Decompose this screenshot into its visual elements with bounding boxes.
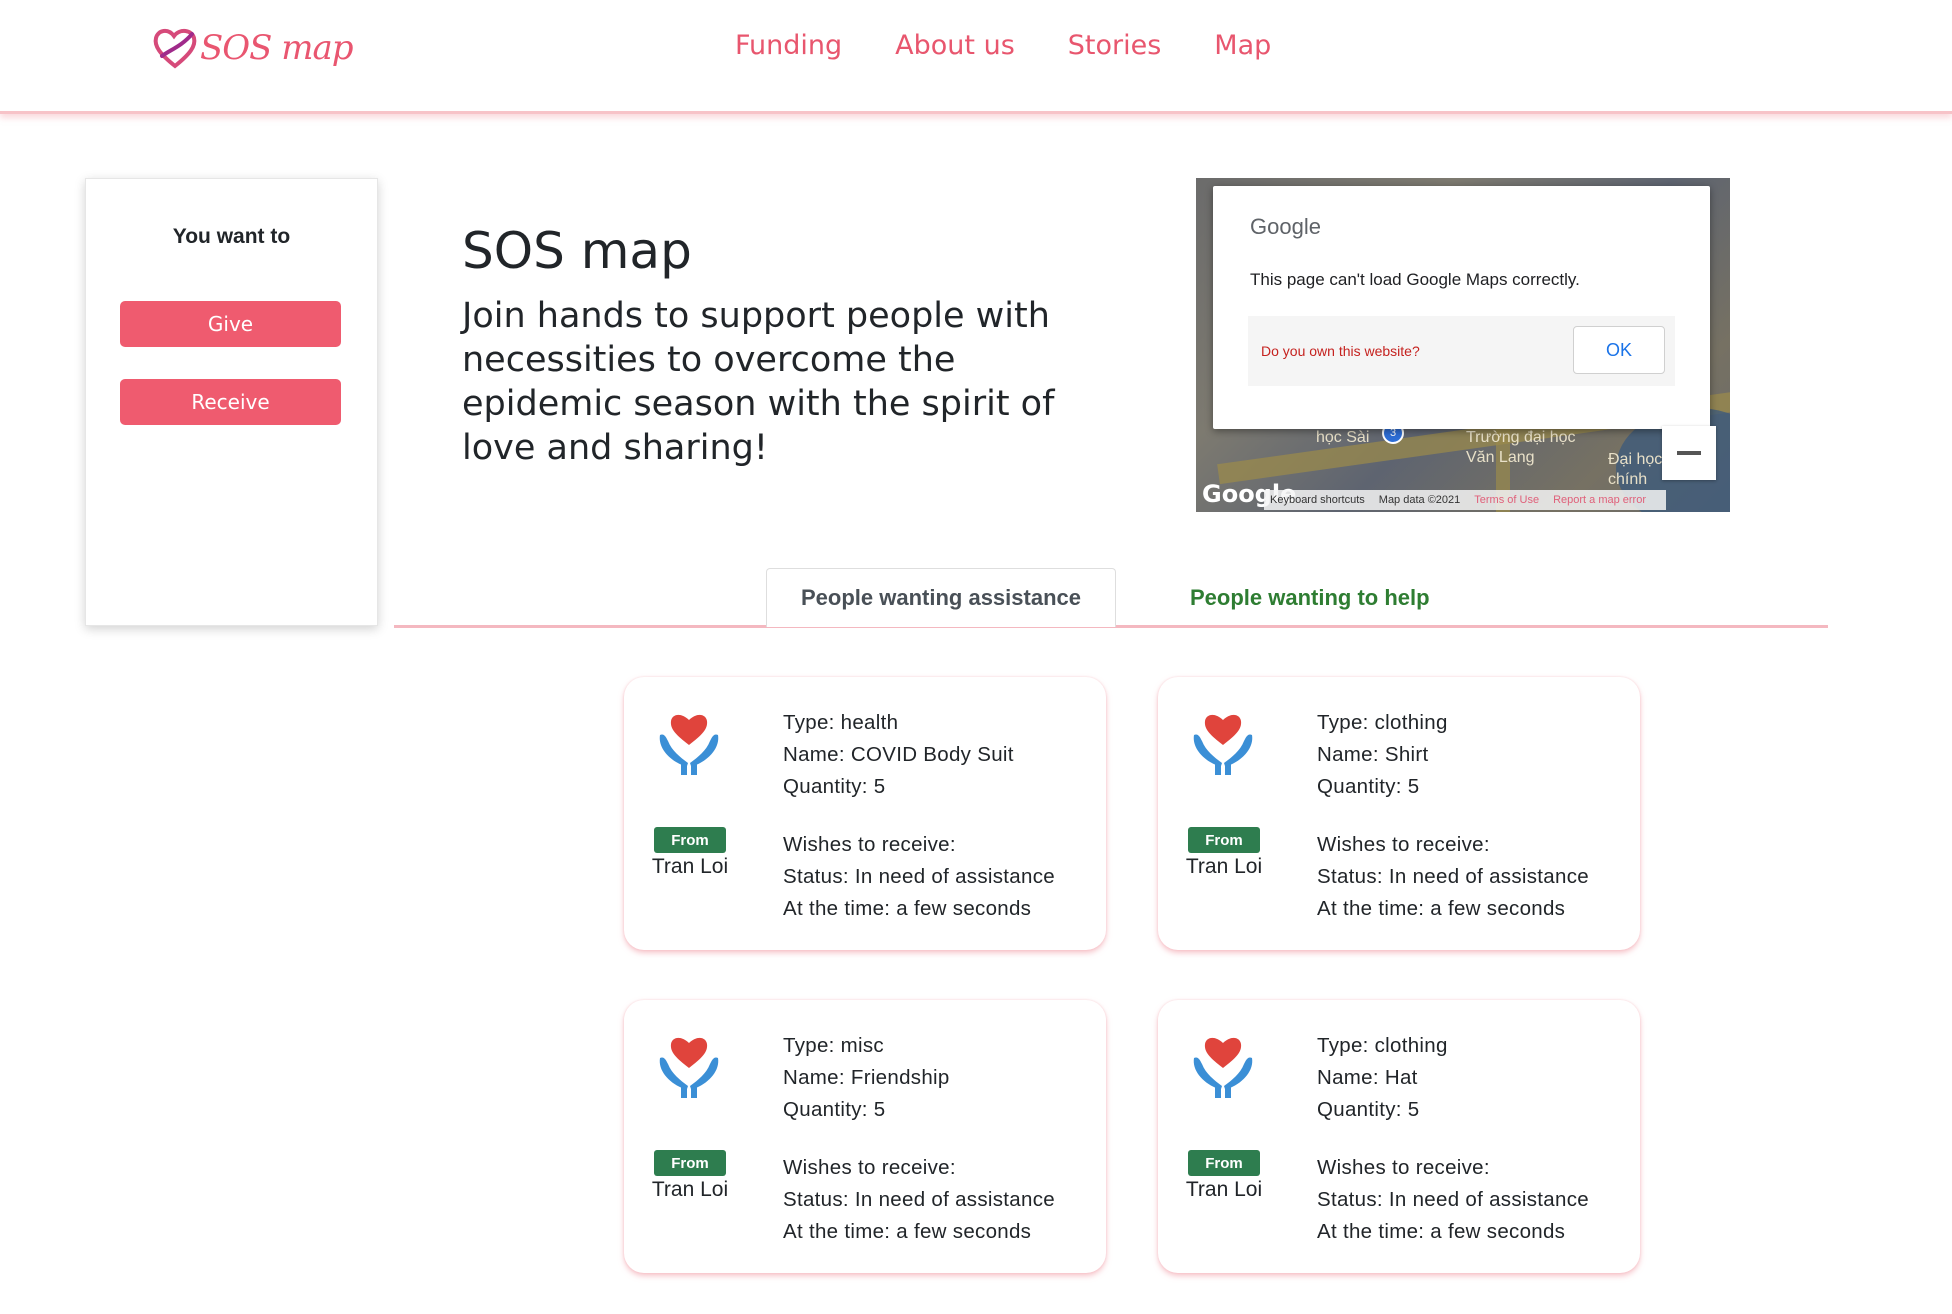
- item-type: Type: clothing: [1317, 711, 1448, 734]
- wishes-label: Wishes to receive:: [1317, 1156, 1490, 1179]
- wishes-label: Wishes to receive:: [1317, 833, 1490, 856]
- keyboard-shortcuts-link[interactable]: Keyboard shortcuts: [1270, 494, 1365, 506]
- map-error-dialog: Google This page can't load Google Maps …: [1213, 186, 1710, 429]
- request-details: Wishes to receive: Status: In need of as…: [783, 1152, 1055, 1248]
- nav-funding[interactable]: Funding: [735, 30, 842, 61]
- from-badge: From: [1188, 827, 1260, 853]
- from-badge: From: [654, 827, 726, 853]
- main-nav: Funding About us Stories Map: [735, 30, 1324, 61]
- request-time: At the time: a few seconds: [1317, 897, 1566, 920]
- action-card-title: You want to: [172, 225, 291, 248]
- requester-name[interactable]: Tran Loi: [1158, 1178, 1290, 1202]
- map-widget[interactable]: học Sài Trường đại học Văn Lang Đại học …: [1196, 178, 1730, 512]
- request-status: Status: In need of assistance: [783, 1188, 1055, 1211]
- tab-people-wanting-to-help[interactable]: People wanting to help: [1166, 568, 1454, 627]
- item-name: Name: Shirt: [1317, 743, 1429, 766]
- item-quantity: Quantity: 5: [1317, 1098, 1420, 1121]
- request-status: Status: In need of assistance: [1317, 865, 1589, 888]
- map-error-message: This page can't load Google Maps correct…: [1250, 270, 1580, 289]
- wishes-label: Wishes to receive:: [783, 1156, 956, 1179]
- request-card[interactable]: From Tran Loi Type: clothing Name: Hat Q…: [1158, 1000, 1640, 1273]
- item-details: Type: clothing Name: Shirt Quantity: 5: [1317, 707, 1448, 803]
- requester-name[interactable]: Tran Loi: [1158, 855, 1290, 879]
- page-title: SOS map: [462, 222, 692, 280]
- heart-hands-icon: [1193, 714, 1253, 775]
- item-details: Type: clothing Name: Hat Quantity: 5: [1317, 1030, 1448, 1126]
- item-quantity: Quantity: 5: [1317, 775, 1420, 798]
- heart-hands-icon: [659, 1037, 719, 1098]
- request-time: At the time: a few seconds: [783, 897, 1032, 920]
- heart-logo-icon: [153, 29, 197, 69]
- map-ok-button[interactable]: OK: [1573, 326, 1665, 374]
- request-details: Wishes to receive: Status: In need of as…: [783, 829, 1055, 925]
- item-type: Type: misc: [783, 1034, 884, 1057]
- tab-bar: People wanting assistance People wanting…: [394, 566, 1828, 628]
- request-card[interactable]: From Tran Loi Type: misc Name: Friendshi…: [624, 1000, 1106, 1273]
- request-time: At the time: a few seconds: [783, 1220, 1032, 1243]
- page-subtitle: Join hands to support people with necess…: [462, 296, 1055, 468]
- nav-stories[interactable]: Stories: [1068, 30, 1162, 61]
- own-website-link[interactable]: Do you own this website?: [1261, 343, 1420, 359]
- from-badge: From: [654, 1150, 726, 1176]
- zoom-out-button[interactable]: [1662, 426, 1716, 480]
- from-badge: From: [1188, 1150, 1260, 1176]
- report-map-error-link[interactable]: Report a map error: [1553, 494, 1646, 506]
- item-type: Type: health: [783, 711, 899, 734]
- terms-of-use-link[interactable]: Terms of Use: [1474, 494, 1539, 506]
- request-card[interactable]: From Tran Loi Type: clothing Name: Shirt…: [1158, 677, 1640, 950]
- give-button[interactable]: Give: [120, 301, 341, 347]
- item-details: Type: misc Name: Friendship Quantity: 5: [783, 1030, 950, 1126]
- nav-map[interactable]: Map: [1214, 30, 1271, 61]
- map-footer: Keyboard shortcuts Map data ©2021 Terms …: [1264, 490, 1667, 510]
- logo-text: SOS map: [200, 28, 354, 68]
- action-card: You want to Give Receive: [85, 178, 378, 626]
- requester-name[interactable]: Tran Loi: [624, 1178, 756, 1202]
- wishes-label: Wishes to receive:: [783, 833, 956, 856]
- requester-name[interactable]: Tran Loi: [624, 855, 756, 879]
- request-status: Status: In need of assistance: [1317, 1188, 1589, 1211]
- item-name: Name: COVID Body Suit: [783, 743, 1014, 766]
- receive-button[interactable]: Receive: [120, 379, 341, 425]
- item-type: Type: clothing: [1317, 1034, 1448, 1057]
- item-quantity: Quantity: 5: [783, 775, 886, 798]
- site-header: SOS map Funding About us Stories Map: [0, 0, 1952, 114]
- item-name: Name: Hat: [1317, 1066, 1418, 1089]
- request-status: Status: In need of assistance: [783, 865, 1055, 888]
- item-quantity: Quantity: 5: [783, 1098, 886, 1121]
- item-name: Name: Friendship: [783, 1066, 950, 1089]
- item-details: Type: health Name: COVID Body Suit Quant…: [783, 707, 1014, 803]
- map-label: Trường đại học Văn Lang: [1466, 429, 1576, 466]
- request-details: Wishes to receive: Status: In need of as…: [1317, 1152, 1589, 1248]
- request-details: Wishes to receive: Status: In need of as…: [1317, 829, 1589, 925]
- tab-people-wanting-assistance[interactable]: People wanting assistance: [766, 568, 1116, 627]
- map-label: học Sài: [1316, 429, 1370, 446]
- request-card[interactable]: From Tran Loi Type: health Name: COVID B…: [624, 677, 1106, 950]
- google-logo: Google: [1250, 214, 1321, 239]
- map-error-actions: Do you own this website? OK: [1248, 316, 1675, 386]
- nav-about-us[interactable]: About us: [895, 30, 1015, 61]
- heart-hands-icon: [659, 714, 719, 775]
- minus-icon: [1677, 451, 1701, 455]
- heart-hands-icon: [1193, 1037, 1253, 1098]
- map-data-credit: Map data ©2021: [1378, 494, 1461, 506]
- site-logo[interactable]: SOS map: [152, 26, 354, 70]
- request-time: At the time: a few seconds: [1317, 1220, 1566, 1243]
